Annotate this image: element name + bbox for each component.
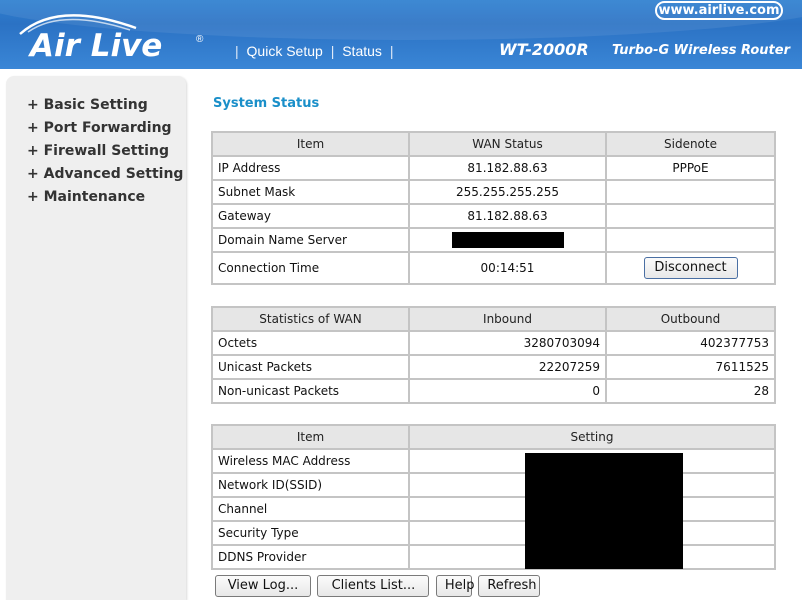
table-row: DDNS Provider: [213, 546, 774, 568]
sidebar-item-advanced-setting[interactable]: + Advanced Setting: [27, 166, 183, 189]
table-row: Unicast Packets 22207259 7611525: [213, 356, 774, 378]
wan-statistics-table: Statistics of WAN Inbound Outbound Octet…: [211, 306, 776, 404]
nav-separator: |: [330, 43, 335, 59]
table-row: IP Address 81.182.88.63 PPPoE: [213, 157, 774, 179]
row-label: Unicast Packets: [213, 356, 408, 378]
column-header: Inbound: [410, 308, 605, 330]
column-header: Item: [213, 133, 408, 155]
sidebar-item-basic-setting[interactable]: + Basic Setting: [27, 97, 183, 120]
wan-ip-sidenote: PPPoE: [607, 157, 774, 179]
dns-redaction-block: [451, 232, 564, 248]
row-label: Gateway: [213, 205, 408, 227]
model-description: Turbo-G Wireless Router: [612, 43, 790, 58]
row-label: Channel: [213, 498, 408, 520]
table-row: Gateway 81.182.88.63: [213, 205, 774, 227]
inbound-value: 22207259: [410, 356, 605, 378]
table-row: Wireless MAC Address: [213, 450, 774, 472]
sidebar-item-firewall-setting[interactable]: + Firewall Setting: [27, 143, 183, 166]
wireless-settings-table: Item Setting Wireless MAC Address Networ…: [211, 424, 776, 570]
top-nav: | Quick Setup | Status |: [231, 43, 397, 59]
column-header: Sidenote: [607, 133, 774, 155]
column-header: WAN Status: [410, 133, 605, 155]
table-header-row: Statistics of WAN Inbound Outbound: [213, 308, 774, 330]
outbound-value: 28: [607, 380, 774, 402]
wan-status-table: Item WAN Status Sidenote IP Address 81.1…: [211, 131, 776, 285]
site-url-badge[interactable]: www.airlive.com: [655, 1, 783, 20]
row-label: Domain Name Server: [213, 229, 408, 251]
page-title: System Status: [213, 96, 320, 111]
wireless-settings-redaction-block: [525, 453, 683, 569]
row-label: IP Address: [213, 157, 408, 179]
clients-list-button[interactable]: Clients List...: [317, 575, 430, 597]
sidebar-menu: + Basic Setting + Port Forwarding + Fire…: [6, 76, 186, 600]
wan-ip-value: 81.182.88.63: [410, 157, 605, 179]
refresh-button[interactable]: Refresh: [478, 575, 541, 597]
nav-status-link[interactable]: Status: [342, 43, 382, 59]
row-label: Connection Time: [213, 253, 408, 283]
empty-cell: [607, 181, 774, 203]
disconnect-cell: Disconnect: [607, 253, 774, 283]
empty-cell: [607, 205, 774, 227]
column-header: Statistics of WAN: [213, 308, 408, 330]
table-row: Subnet Mask 255.255.255.255: [213, 181, 774, 203]
inbound-value: 0: [410, 380, 605, 402]
gateway-value: 81.182.88.63: [410, 205, 605, 227]
table-row: Octets 3280703094 402377753: [213, 332, 774, 354]
row-label: Subnet Mask: [213, 181, 408, 203]
table-row: Domain Name Server: [213, 229, 774, 251]
table-row: Non-unicast Packets 0 28: [213, 380, 774, 402]
table-header-row: Item WAN Status Sidenote: [213, 133, 774, 155]
disconnect-button[interactable]: Disconnect: [643, 257, 738, 279]
logo-text: Air Live: [30, 28, 163, 64]
row-label: Network ID(SSID): [213, 474, 408, 496]
row-label: Security Type: [213, 522, 408, 544]
row-label: Octets: [213, 332, 408, 354]
nav-separator: |: [235, 43, 239, 59]
connection-time-value: 00:14:51: [410, 253, 605, 283]
view-log-button[interactable]: View Log...: [215, 575, 311, 597]
column-header: Setting: [410, 426, 774, 448]
help-button[interactable]: Help: [435, 575, 475, 597]
row-label: Wireless MAC Address: [213, 450, 408, 472]
empty-cell: [607, 229, 774, 251]
row-label: DDNS Provider: [213, 546, 408, 568]
outbound-value: 402377753: [607, 332, 774, 354]
model-name: WT-2000R: [499, 40, 589, 59]
table-row: Channel: [213, 498, 774, 520]
sidebar-item-port-forwarding[interactable]: + Port Forwarding: [27, 120, 183, 143]
outbound-value: 7611525: [607, 356, 774, 378]
nav-separator: |: [389, 43, 394, 59]
table-row: Security Type: [213, 522, 774, 544]
logo-registered-mark: ®: [196, 34, 204, 45]
nav-quick-setup-link[interactable]: Quick Setup: [247, 43, 323, 59]
column-header: Item: [213, 426, 408, 448]
table-row: Connection Time 00:14:51 Disconnect: [213, 253, 774, 283]
sidebar-item-maintenance[interactable]: + Maintenance: [27, 189, 183, 212]
table-row: Network ID(SSID): [213, 474, 774, 496]
table-header-row: Item Setting: [213, 426, 774, 448]
subnet-mask-value: 255.255.255.255: [410, 181, 605, 203]
dns-value: [410, 229, 605, 251]
inbound-value: 3280703094: [410, 332, 605, 354]
column-header: Outbound: [607, 308, 774, 330]
header-banner: Air Live ® | Quick Setup | Status | www.…: [0, 0, 802, 69]
airlive-logo: Air Live ®: [18, 6, 218, 64]
row-label: Non-unicast Packets: [213, 380, 408, 402]
action-button-bar: View Log... Clients List... Help Refresh: [215, 575, 542, 597]
